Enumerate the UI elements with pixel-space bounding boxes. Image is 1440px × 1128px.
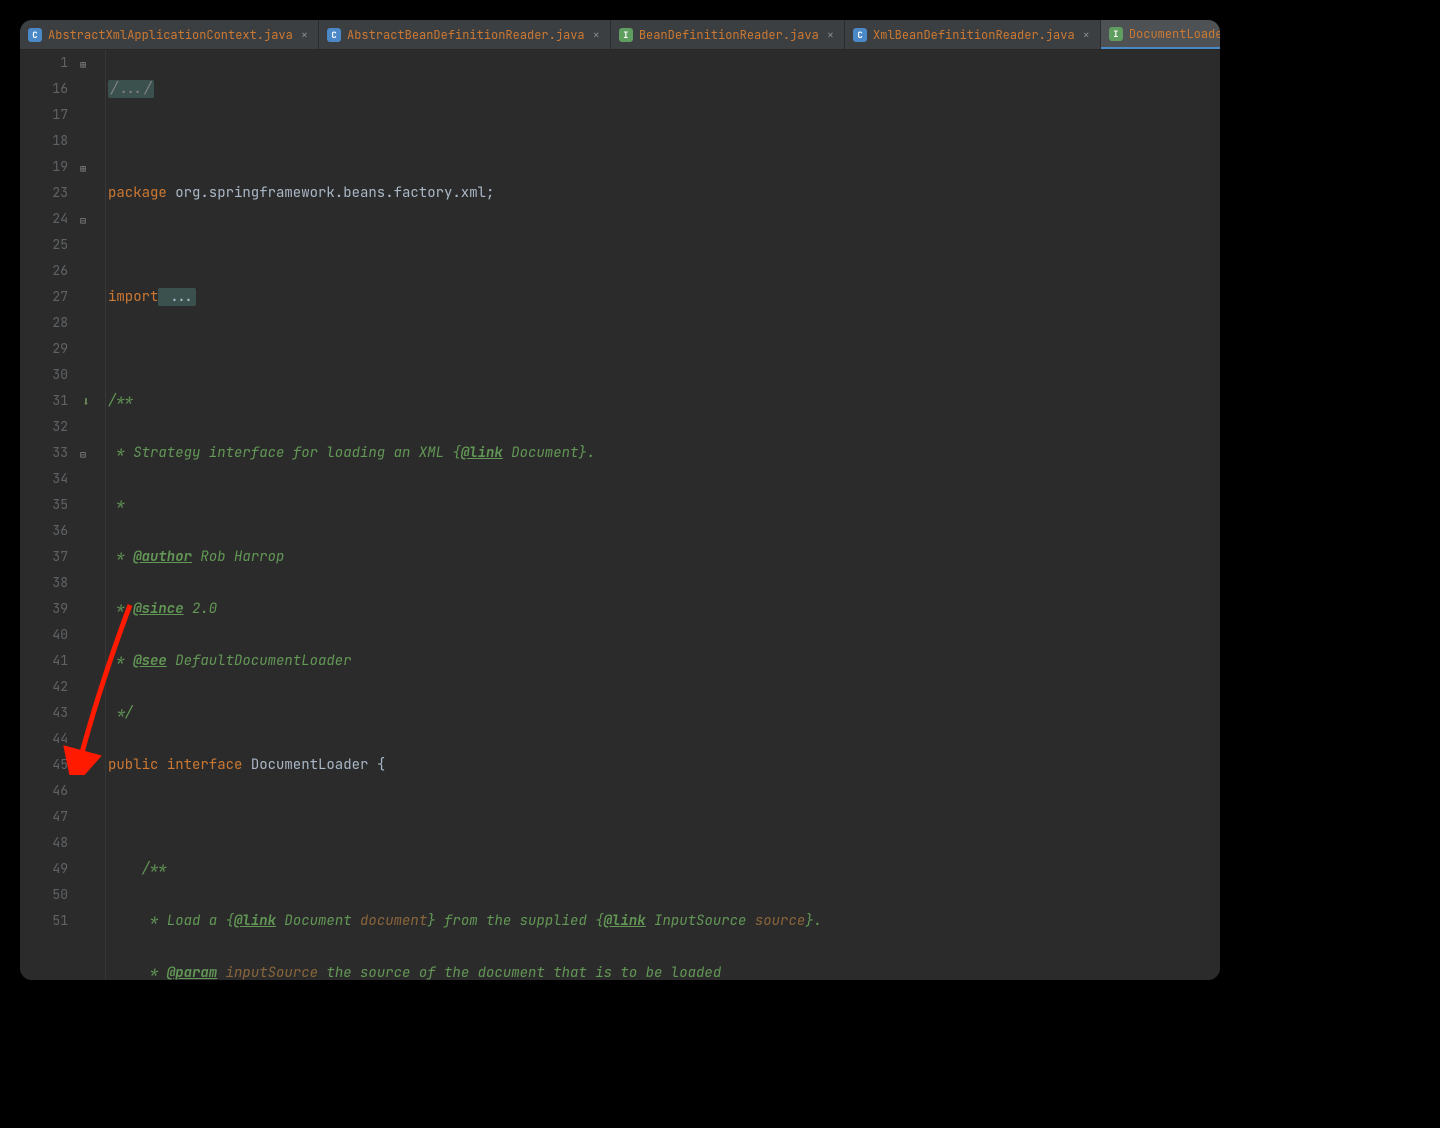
line-number: 19 [20,154,68,180]
class-file-icon: C [28,28,42,42]
line-number: 40 [20,622,68,648]
tab-abstract-xml-app-context[interactable]: C AbstractXmlApplicationContext.java × [20,20,319,49]
code-line [108,128,1220,154]
line-number: 35 [20,492,68,518]
code-line [108,804,1220,830]
line-number: 38 [20,570,68,596]
tab-abstract-bean-def-reader[interactable]: C AbstractBeanDefinitionReader.java × [319,20,611,49]
close-icon[interactable]: × [299,27,310,43]
code-line: * [108,492,1220,518]
line-number: 42 [20,674,68,700]
ide-window: C AbstractXmlApplicationContext.java × C… [20,20,1220,980]
line-number: 33 [20,440,68,466]
code-line: package org.springframework.beans.factor… [108,180,1220,206]
code-line: * @param inputSource the source of the d… [108,960,1220,980]
code-line: * Strategy interface for loading an XML … [108,440,1220,466]
code-line: /** [108,856,1220,882]
line-number: 25 [20,232,68,258]
line-number: 1 [20,50,68,76]
line-number: 39 [20,596,68,622]
tab-document-loader[interactable]: I DocumentLoader.java × [1101,20,1220,49]
line-number: 26 [20,258,68,284]
code-line: * Load a {@link Document document} from … [108,908,1220,934]
line-number: 50 [20,882,68,908]
fold-toggle-icon[interactable]: ⊟ [80,214,90,224]
has-implementations-icon[interactable]: ⬇ [82,757,100,775]
code-line [108,336,1220,362]
code-line: * @since 2.0 [108,596,1220,622]
line-number: 51 [20,908,68,934]
code-area[interactable]: /.../ package org.springframework.beans.… [106,50,1220,980]
code-editor[interactable]: 1 16 17 18 19 23 24 25 26 27 28 29 30 31… [20,50,1220,980]
code-line: /.../ [108,76,1220,102]
line-number: 45 [20,752,68,778]
code-line: */ [108,700,1220,726]
line-number: 18 [20,128,68,154]
tab-bean-def-reader[interactable]: I BeanDefinitionReader.java × [611,20,845,49]
code-line: * @author Rob Harrop [108,544,1220,570]
line-number: 32 [20,414,68,440]
tab-label: BeanDefinitionReader.java [639,27,819,43]
line-number: 31 [20,388,68,414]
tab-label: AbstractXmlApplicationContext.java [48,27,293,43]
fold-toggle-icon[interactable]: ⊞ [80,58,90,68]
interface-file-icon: I [1109,27,1123,41]
line-number: 24 [20,206,68,232]
line-number: 27 [20,284,68,310]
line-number: 44 [20,726,68,752]
code-line: import ... [108,284,1220,310]
line-number: 16 [20,76,68,102]
editor-tab-bar: C AbstractXmlApplicationContext.java × C… [20,20,1220,50]
line-number: 46 [20,778,68,804]
tab-label: DocumentLoader.java [1129,26,1220,42]
line-number: 29 [20,336,68,362]
line-number: 23 [20,180,68,206]
fold-toggle-icon[interactable]: ⊞ [80,162,90,172]
tab-label: XmlBeanDefinitionReader.java [873,27,1075,43]
code-line: * @see DefaultDocumentLoader [108,648,1220,674]
line-number: 43 [20,700,68,726]
line-number: 36 [20,518,68,544]
tab-label: AbstractBeanDefinitionReader.java [347,27,585,43]
line-number: 37 [20,544,68,570]
interface-file-icon: I [619,28,633,42]
tab-xml-bean-def-reader[interactable]: C XmlBeanDefinitionReader.java × [845,20,1101,49]
fold-toggle-icon[interactable]: ⊟ [80,448,90,458]
has-implementations-icon[interactable]: ⬇ [82,393,100,411]
code-line [108,232,1220,258]
class-file-icon: C [853,28,867,42]
code-line: public interface DocumentLoader { [108,752,1220,778]
line-number: 47 [20,804,68,830]
close-icon[interactable]: × [1081,27,1092,43]
icon-gutter: ⬇ ⬇ ⊞ ⊞ ⊟ ⊟ [78,50,106,980]
line-number: 48 [20,830,68,856]
line-number: 30 [20,362,68,388]
code-line: /** [108,388,1220,414]
class-file-icon: C [327,28,341,42]
line-number: 41 [20,648,68,674]
close-icon[interactable]: × [825,27,836,43]
line-number: 34 [20,466,68,492]
line-number: 28 [20,310,68,336]
line-number: 49 [20,856,68,882]
line-number: 17 [20,102,68,128]
close-icon[interactable]: × [591,27,602,43]
line-number-gutter: 1 16 17 18 19 23 24 25 26 27 28 29 30 31… [20,50,78,980]
